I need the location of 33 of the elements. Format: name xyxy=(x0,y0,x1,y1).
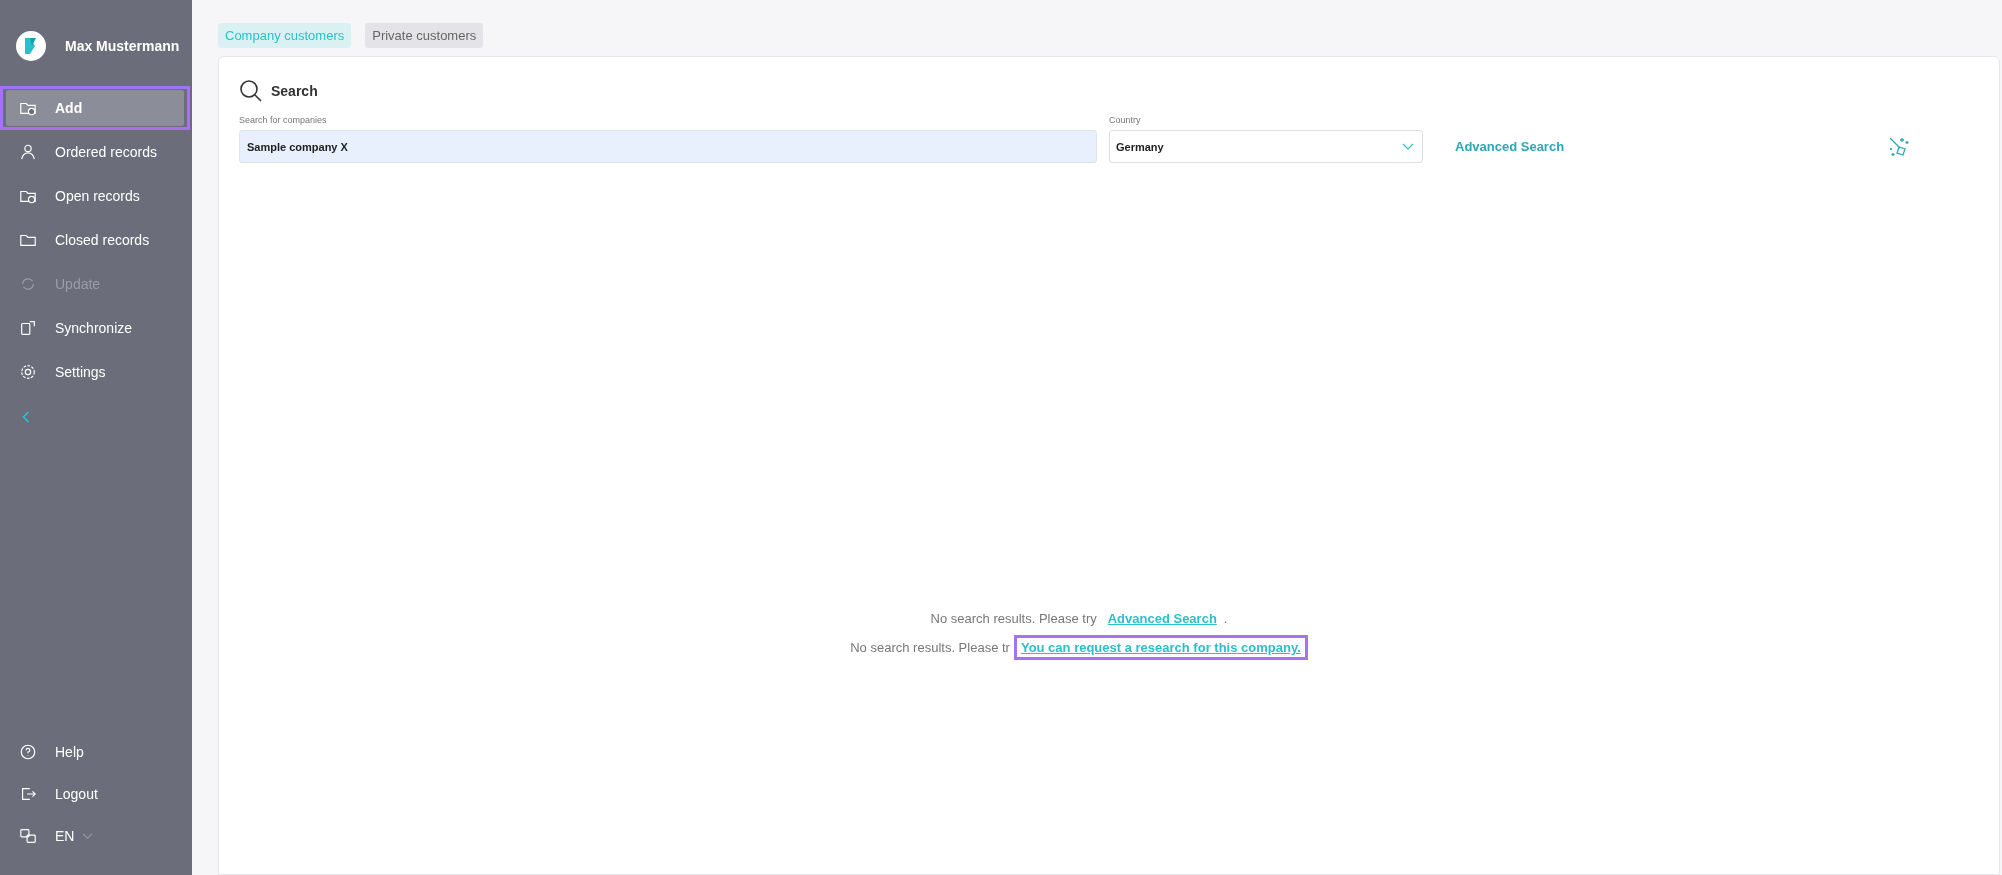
chevron-icon xyxy=(1402,142,1414,151)
sync-icon xyxy=(19,319,37,337)
no-results-message: No search results. Please tr xyxy=(850,640,1010,655)
period-text: . xyxy=(1223,611,1228,626)
sidebar-item[interactable]: Ordered records xyxy=(6,134,184,170)
sidebar-item[interactable]: Open records xyxy=(6,178,184,214)
search-title: Search xyxy=(271,83,318,99)
search-icon xyxy=(239,79,263,103)
caret-icon xyxy=(82,832,94,840)
sidebar-item[interactable]: Add xyxy=(6,90,184,126)
broom-icon[interactable] xyxy=(1887,135,1911,159)
user-name: Max Mustermann xyxy=(65,38,180,54)
sidebar-item[interactable]: Synchronize xyxy=(6,310,184,346)
logo-icon xyxy=(15,30,47,62)
translate-icon xyxy=(19,827,37,845)
company-search-field[interactable]: Sample company X xyxy=(239,130,1097,163)
field-label: Country xyxy=(1109,115,1142,125)
language-selector[interactable]: EN xyxy=(3,816,189,856)
field-label: Search for companies xyxy=(239,115,328,125)
person-icon xyxy=(19,143,37,161)
sidebar-item[interactable]: Closed records xyxy=(6,222,184,258)
logout-icon xyxy=(19,785,37,803)
help-icon xyxy=(19,743,37,761)
customer-tab[interactable]: Private customers xyxy=(365,23,484,48)
sidebar-item[interactable]: Settings xyxy=(6,354,184,390)
advanced-search-link[interactable]: Advanced Search xyxy=(1455,139,1565,154)
refresh-icon xyxy=(19,275,37,293)
country-dropdown[interactable]: Germany xyxy=(1109,130,1423,163)
collapse-icon[interactable] xyxy=(21,410,31,424)
settings-icon xyxy=(19,363,37,381)
no-results-message: No search results. Please try xyxy=(930,611,1097,626)
sidebar-item[interactable]: Help xyxy=(3,732,189,772)
sidebar-item[interactable]: Logout xyxy=(3,774,189,814)
